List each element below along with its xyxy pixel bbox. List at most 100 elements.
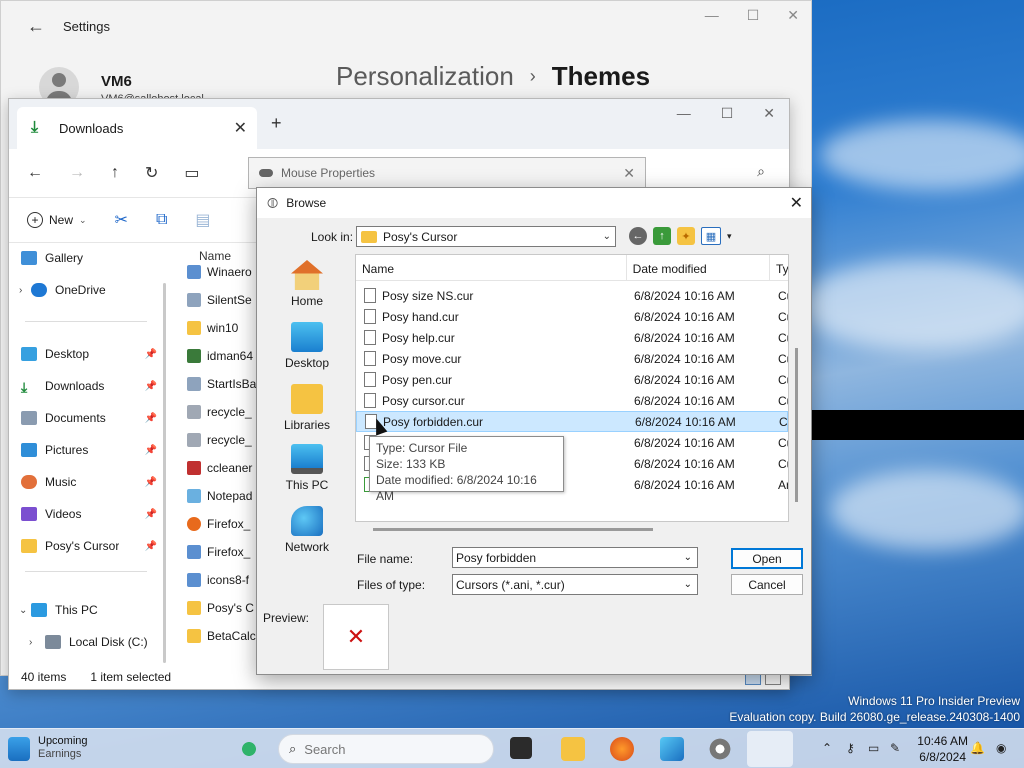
close-icon[interactable]: ✕ <box>787 7 799 24</box>
pin-icon[interactable]: 📌 <box>145 477 157 488</box>
up-arrow-icon[interactable]: ↑ <box>111 164 119 182</box>
chevron-down-icon[interactable]: ▾ <box>727 231 732 242</box>
chevron-up-icon[interactable]: ⌃ <box>822 741 832 755</box>
list-item[interactable]: Firefox_ <box>187 513 250 535</box>
table-row[interactable]: Posy help.cur 6/8/2024 10:16 AMCu <box>356 327 788 348</box>
tab-downloads[interactable]: ⤓ Downloads ✕ <box>17 107 257 149</box>
task-view-icon[interactable] <box>510 737 532 759</box>
cut-icon[interactable]: ✂ <box>115 210 128 230</box>
sidebar-item-music[interactable]: Music 📌 <box>21 471 161 493</box>
sidebar-scrollbar[interactable] <box>163 283 166 663</box>
start-icon[interactable] <box>237 737 261 761</box>
list-item[interactable]: idman64 <box>187 345 253 367</box>
close-icon[interactable]: ✕ <box>790 193 803 213</box>
system-clock[interactable]: 10:46 AM 6/8/2024 <box>917 733 968 765</box>
chevron-right-icon[interactable]: › <box>29 637 32 648</box>
table-row[interactable]: Posy pen.cur 6/8/2024 10:16 AMCu <box>356 369 788 390</box>
mouse-properties-taskbar-button[interactable] <box>747 731 793 767</box>
minimize-icon[interactable]: — <box>677 105 691 122</box>
list-item[interactable]: ccleaner <box>187 457 252 479</box>
pin-icon[interactable]: 📌 <box>145 541 157 552</box>
column-header-name[interactable]: Name <box>356 255 627 280</box>
pin-icon[interactable]: 📌 <box>145 509 157 520</box>
sidebar-item-desktop[interactable]: Desktop 📌 <box>21 343 161 365</box>
place-home[interactable]: Home <box>263 260 351 318</box>
chevron-down-icon[interactable]: ⌄ <box>684 552 692 563</box>
back-icon[interactable]: ← <box>629 227 647 245</box>
new-button[interactable]: + New ⌄ <box>27 212 87 228</box>
sidebar-item-posys-cursor[interactable]: Posy's Cursor 📌 <box>21 535 161 557</box>
table-row[interactable]: Posy move.cur 6/8/2024 10:16 AMCu <box>356 348 788 369</box>
sidebar-item-pictures[interactable]: Pictures 📌 <box>21 439 161 461</box>
chevron-right-icon[interactable]: › <box>19 285 22 296</box>
paint-icon[interactable] <box>660 737 684 761</box>
table-row-selected[interactable]: Posy forbidden.cur 6/8/2024 10:16 AMCu <box>356 411 788 432</box>
refresh-icon[interactable]: ↻ <box>145 163 158 183</box>
widgets-icon[interactable] <box>8 737 30 761</box>
list-item[interactable]: SilentSe <box>187 289 252 311</box>
close-icon[interactable]: ✕ <box>623 165 635 182</box>
new-folder-icon[interactable]: ✦ <box>677 227 695 245</box>
place-this-pc[interactable]: This PC <box>263 444 351 502</box>
search-box[interactable]: ⌕ Search <box>278 734 494 764</box>
close-tab-icon[interactable]: ✕ <box>234 118 247 138</box>
maximize-icon[interactable]: ☐ <box>721 105 734 122</box>
sidebar-item-local-disk[interactable]: › Local Disk (C:) <box>29 631 171 653</box>
minimize-icon[interactable]: — <box>705 7 719 24</box>
copy-icon[interactable]: ⧉ <box>156 211 167 229</box>
pin-icon[interactable]: 📌 <box>145 445 157 456</box>
breadcrumb-personalization[interactable]: Personalization <box>336 61 514 92</box>
chevron-down-icon[interactable]: ⌄ <box>19 605 27 616</box>
list-item[interactable]: recycle_ <box>187 401 252 423</box>
view-menu-icon[interactable]: ▦ <box>701 227 721 245</box>
list-item[interactable]: win10 <box>187 317 238 339</box>
table-row[interactable]: Posy cursor.cur 6/8/2024 10:16 AMCu <box>356 390 788 411</box>
forward-arrow-icon[interactable]: → <box>69 164 85 182</box>
open-button[interactable]: Open <box>731 548 803 569</box>
place-desktop[interactable]: Desktop <box>263 322 351 380</box>
horizontal-scrollbar[interactable] <box>373 528 653 531</box>
list-item[interactable]: StartIsBa <box>187 373 256 395</box>
widgets-label[interactable]: Upcoming Earnings <box>38 735 88 761</box>
place-libraries[interactable]: Libraries <box>263 384 351 442</box>
sidebar-item-videos[interactable]: Videos 📌 <box>21 503 161 525</box>
look-in-dropdown[interactable]: Posy's Cursor ⌄ <box>356 226 616 247</box>
sidebar-item-this-pc[interactable]: ⌄ This PC <box>19 599 161 621</box>
place-network[interactable]: Network <box>263 506 351 564</box>
list-item[interactable]: Posy's C <box>187 597 254 619</box>
maximize-icon[interactable]: ☐ <box>747 7 760 24</box>
network-icon[interactable]: ⚷ <box>846 741 855 755</box>
settings-gear-icon[interactable] <box>708 737 732 761</box>
pin-icon[interactable]: 📌 <box>145 349 157 360</box>
file-name-input[interactable]: Posy forbidden ⌄ <box>452 547 698 568</box>
notification-bell-icon[interactable]: 🔔 <box>970 741 985 755</box>
display-icon[interactable]: ▭ <box>868 741 879 755</box>
pin-icon[interactable]: 📌 <box>145 413 157 424</box>
file-explorer-icon[interactable] <box>561 737 585 761</box>
sidebar-item-documents[interactable]: Documents 📌 <box>21 407 161 429</box>
list-item[interactable]: icons8-f <box>187 569 249 591</box>
chevron-down-icon[interactable]: ⌄ <box>684 579 692 590</box>
pin-icon[interactable]: 📌 <box>145 381 157 392</box>
list-item[interactable]: recycle_ <box>187 429 252 451</box>
vertical-scrollbar[interactable] <box>795 348 798 502</box>
close-icon[interactable]: ✕ <box>763 105 775 122</box>
sidebar-item-downloads[interactable]: ⤓ Downloads 📌 <box>21 375 161 397</box>
back-arrow-icon[interactable]: ← <box>27 16 47 37</box>
sidebar-item-gallery[interactable]: Gallery <box>21 247 161 269</box>
color-icon[interactable]: ◉ <box>996 741 1006 755</box>
paste-icon[interactable]: ▤ <box>195 210 210 230</box>
list-item[interactable]: Firefox_ <box>187 541 250 563</box>
column-header-type[interactable]: Ty <box>770 255 788 280</box>
table-row[interactable]: Posy hand.cur 6/8/2024 10:16 AMCu <box>356 306 788 327</box>
sidebar-item-onedrive[interactable]: › OneDrive <box>19 279 161 301</box>
list-item[interactable]: Notepad <box>187 485 252 507</box>
new-tab-icon[interactable]: + <box>271 113 282 134</box>
cancel-button[interactable]: Cancel <box>731 574 803 595</box>
table-row[interactable]: Posy size NS.cur 6/8/2024 10:16 AMCu <box>356 285 788 306</box>
back-arrow-icon[interactable]: ← <box>27 164 43 182</box>
monitor-icon[interactable]: ▭ <box>184 163 199 183</box>
list-item[interactable]: Winaero <box>187 261 252 283</box>
column-header-date[interactable]: Date modified <box>627 255 770 280</box>
up-folder-icon[interactable]: ↑ <box>653 227 671 245</box>
